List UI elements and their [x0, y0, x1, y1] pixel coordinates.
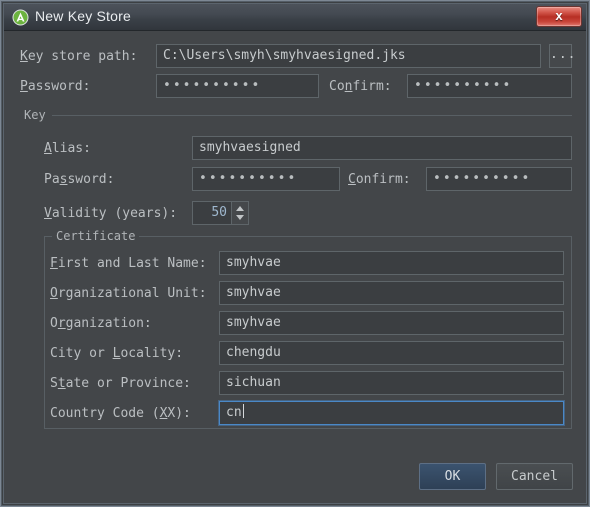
keystore-path-input[interactable]: C:\Users\smyh\smyhvaesigned.jks: [156, 44, 541, 68]
cert-organizational-unit-input[interactable]: smyhvae: [219, 281, 564, 305]
close-icon: x: [555, 8, 563, 23]
dialog-inner-frame: New Key Store x Key store path: C:\Users…: [3, 3, 587, 504]
cert-country-code-input[interactable]: cn: [219, 401, 564, 425]
key-confirm-label: Confirm:: [348, 172, 411, 187]
cert-organization-input[interactable]: smyhvae: [219, 311, 564, 335]
cert-first-last-name-input[interactable]: smyhvae: [219, 251, 564, 275]
cert-city-locality-input[interactable]: chengdu: [219, 341, 564, 365]
ellipsis-icon: ...: [550, 47, 577, 62]
key-alias-input[interactable]: smyhvaesigned: [192, 136, 572, 160]
chevron-down-icon[interactable]: [236, 215, 244, 220]
key-password-label: Password:: [44, 172, 115, 187]
cert-state-province-input[interactable]: sichuan: [219, 371, 564, 395]
chevron-up-icon[interactable]: [236, 206, 244, 211]
validity-value[interactable]: 50: [193, 202, 231, 224]
validity-stepper[interactable]: 50: [192, 201, 249, 225]
cert-country-code-label: Country Code (XX):: [50, 406, 191, 421]
close-button[interactable]: x: [536, 6, 582, 27]
cert-organizational-unit-label: Organizational Unit:: [50, 286, 207, 301]
ok-button[interactable]: OK: [419, 463, 486, 490]
key-password-input[interactable]: ••••••••••: [192, 167, 340, 191]
cert-city-locality-label: City or Locality:: [50, 346, 184, 361]
cert-country-code-value: cn: [226, 405, 242, 420]
validity-stepper-buttons[interactable]: [231, 202, 248, 224]
dialog-title: New Key Store: [35, 8, 131, 24]
keystore-path-label: Key store path:: [20, 49, 138, 64]
android-studio-icon: [12, 9, 29, 26]
key-group-divider: [52, 115, 572, 116]
keystore-confirm-input[interactable]: ••••••••••: [407, 74, 572, 98]
keystore-password-label: Password:: [20, 79, 91, 94]
certificate-group-label: Certificate: [52, 229, 140, 243]
key-confirm-input[interactable]: ••••••••••: [426, 167, 572, 191]
key-alias-label: Alias:: [44, 141, 91, 156]
cert-state-province-label: State or Province:: [50, 376, 191, 391]
cert-organization-label: Organization:: [50, 316, 152, 331]
key-validity-label: Validity (years):: [44, 206, 178, 221]
titlebar[interactable]: New Key Store x: [4, 4, 586, 31]
browse-button[interactable]: ...: [549, 44, 577, 68]
cert-first-last-name-label: First and Last Name:: [50, 256, 207, 271]
dialog-content: Key store path: C:\Users\smyh\smyhvaesig…: [4, 31, 586, 503]
keystore-password-input[interactable]: ••••••••••: [156, 74, 319, 98]
text-caret: [242, 404, 244, 418]
keystore-confirm-label: Confirm:: [329, 79, 392, 94]
key-group-label: Key: [20, 108, 50, 122]
new-key-store-dialog: New Key Store x Key store path: C:\Users…: [0, 0, 590, 507]
cancel-button[interactable]: Cancel: [496, 463, 573, 490]
